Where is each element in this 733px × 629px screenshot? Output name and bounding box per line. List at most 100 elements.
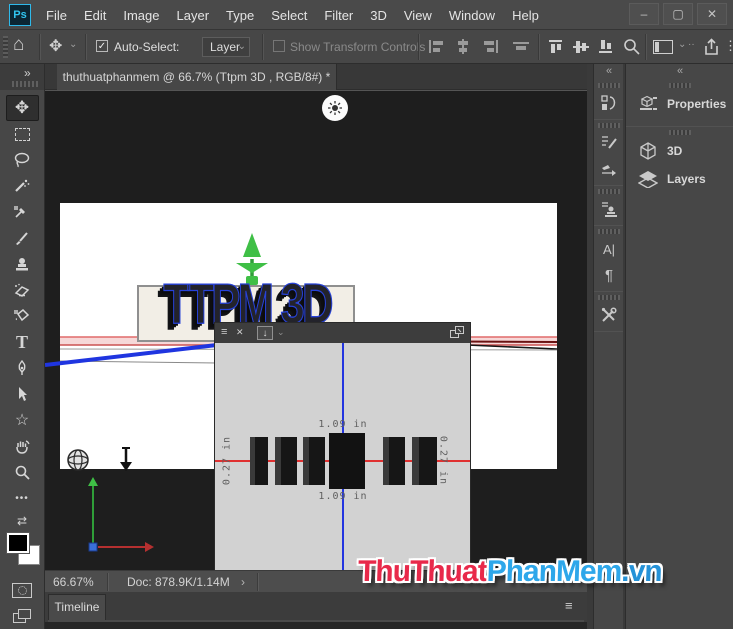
collapse-dock-icon[interactable]: « [594, 64, 623, 80]
view-select-icon[interactable]: ↓ [257, 326, 273, 340]
distribute-icon[interactable] [512, 42, 530, 52]
timeline-panel: Timeline ≡ [45, 592, 587, 629]
close-button[interactable]: ✕ [697, 3, 727, 25]
auto-select-checkbox[interactable]: ✓ [96, 40, 108, 52]
timeline-tab[interactable]: Timeline [48, 594, 106, 620]
align-vertical-centers-icon[interactable] [573, 39, 590, 54]
text-top-view-block [383, 437, 405, 485]
paint-bucket-icon [14, 308, 30, 322]
3d-light-widget[interactable] [322, 95, 348, 121]
quick-mask-button[interactable] [6, 577, 39, 603]
custom-shape-tool[interactable]: ☆ [6, 407, 39, 433]
menu-layer[interactable]: Layer [177, 8, 210, 23]
dock-icon-history[interactable] [594, 90, 624, 116]
status-chevron-icon[interactable]: › [241, 575, 245, 589]
swap-colors-icon[interactable]: ⇄ [6, 511, 39, 531]
move-tool[interactable]: ✥ [5, 95, 39, 121]
search-icon[interactable] [623, 38, 641, 61]
menu-image[interactable]: Image [123, 8, 159, 23]
watermark-part1: ThuThuat [357, 555, 488, 588]
foreground-background-swatches[interactable] [0, 531, 45, 577]
menu-3d[interactable]: 3D [370, 8, 387, 23]
auto-select-target-dropdown[interactable]: Layer ⌄ [202, 37, 250, 57]
pen-tool[interactable] [6, 355, 39, 381]
move-tool-dropdown-icon[interactable]: ⌄ [69, 39, 77, 50]
edit-toolbar-button[interactable]: ••• [6, 485, 39, 511]
text-top-view-block [412, 437, 437, 485]
zoom-tool[interactable] [6, 459, 39, 485]
menu-type[interactable]: Type [226, 8, 254, 23]
align-right-edges-icon[interactable] [482, 39, 499, 54]
menu-view[interactable]: View [404, 8, 432, 23]
options-grip[interactable] [3, 36, 8, 58]
secondary-view-top-view[interactable]: 1.09 in 1.09 in 0.27 in 0.27 in [215, 343, 470, 570]
workspace-icon[interactable] [653, 40, 673, 59]
maximize-button[interactable]: ▢ [663, 3, 693, 25]
chevron-down-icon[interactable]: ⌄ [678, 39, 686, 50]
dock-icon-column: « A| ¶ [593, 64, 623, 629]
swap-view-icon[interactable] [450, 326, 465, 344]
options-bar: ⌂ ✥ ⌄ ✓ Auto-Select: Layer ⌄ Show Transf… [0, 30, 733, 64]
lasso-icon [14, 152, 30, 168]
align-left-edges-icon[interactable] [428, 39, 445, 54]
dock-icon-brush-settings[interactable] [594, 130, 624, 156]
show-transform-checkbox[interactable] [273, 40, 285, 52]
right-dock: « A| ¶ « Properties 3D Layers [587, 64, 733, 629]
share-icon[interactable] [702, 38, 721, 62]
rectangular-marquee-tool[interactable] [6, 121, 39, 147]
eraser-icon [14, 283, 30, 297]
watermark-part3: .vn [620, 555, 663, 588]
align-top-edges-icon[interactable] [548, 39, 565, 54]
path-selection-tool[interactable] [6, 381, 39, 407]
toolbar-collapse-icon[interactable]: » [24, 66, 31, 80]
foreground-color-swatch[interactable] [6, 532, 30, 554]
menu-help[interactable]: Help [512, 8, 539, 23]
canvas-area[interactable]: TTPM 3D ≡ ✕ ↓ ⌄ 1.09 in 1.09 in 0.27 in … [45, 90, 587, 570]
secondary-view-header[interactable]: ≡ ✕ ↓ ⌄ [215, 323, 470, 343]
panel-tab-layers[interactable]: Layers [626, 165, 733, 193]
dock-icon-tool-preset[interactable] [594, 156, 624, 182]
lasso-tool[interactable] [6, 147, 39, 173]
eyedropper-tool[interactable] [6, 199, 39, 225]
dock-icon-tools[interactable] [594, 302, 624, 328]
menu-filter[interactable]: Filter [324, 8, 353, 23]
brush-tool[interactable] [6, 225, 39, 251]
dock-icon-character[interactable]: A| [594, 236, 624, 262]
type-tool[interactable]: T [6, 329, 39, 355]
quick-selection-icon [15, 179, 30, 192]
home-icon[interactable]: ⌂ [13, 34, 24, 56]
panel-tab-properties[interactable]: Properties [626, 90, 733, 118]
collapse-dock-icon[interactable]: « [626, 64, 733, 80]
align-bottom-edges-icon[interactable] [598, 39, 615, 54]
paint-bucket-tool[interactable] [6, 303, 39, 329]
panel-menu-icon[interactable]: ≡ [221, 326, 227, 338]
eraser-tool[interactable] [6, 277, 39, 303]
scene-axis-widget [88, 477, 154, 552]
align-horizontal-centers-icon[interactable] [455, 39, 472, 54]
dock-icon-clone-source[interactable] [594, 196, 624, 222]
measure-width-bottom: 1.09 in [318, 491, 368, 502]
chevron-down-icon[interactable]: ⌄ [277, 327, 285, 338]
minimize-button[interactable]: – [629, 3, 659, 25]
menu-file[interactable]: File [46, 8, 67, 23]
dock-icon-paragraph[interactable]: ¶ [594, 262, 624, 288]
hand-tool[interactable] [6, 433, 39, 459]
chevron-down-icon: ⌄ [237, 41, 246, 52]
menu-select[interactable]: Select [271, 8, 307, 23]
zoom-level[interactable]: 66.67% [53, 575, 94, 589]
secondary-view-panel[interactable]: ≡ ✕ ↓ ⌄ 1.09 in 1.09 in 0.27 in 0.27 in [215, 323, 470, 570]
menu-window[interactable]: Window [449, 8, 495, 23]
panel-close-icon[interactable]: ✕ [236, 327, 244, 338]
kebab-menu-icon[interactable]: ⋮ [724, 38, 733, 54]
clone-stamp-tool[interactable] [6, 251, 39, 277]
screen-mode-button[interactable] [6, 603, 39, 629]
toolbar-grip[interactable] [12, 81, 38, 87]
more-dots-icon: ·· [688, 39, 695, 50]
clone-stamp-icon [16, 258, 28, 271]
panel-tab-3d[interactable]: 3D [626, 137, 733, 165]
timeline-menu-icon[interactable]: ≡ [565, 598, 573, 613]
move-tool-option-icon[interactable]: ✥ [49, 36, 62, 56]
menu-edit[interactable]: Edit [84, 8, 106, 23]
document-tab[interactable]: thuthuatphanmem @ 66.7% (Ttpm 3D , RGB/8… [57, 64, 337, 110]
quick-selection-tool[interactable] [6, 173, 39, 199]
